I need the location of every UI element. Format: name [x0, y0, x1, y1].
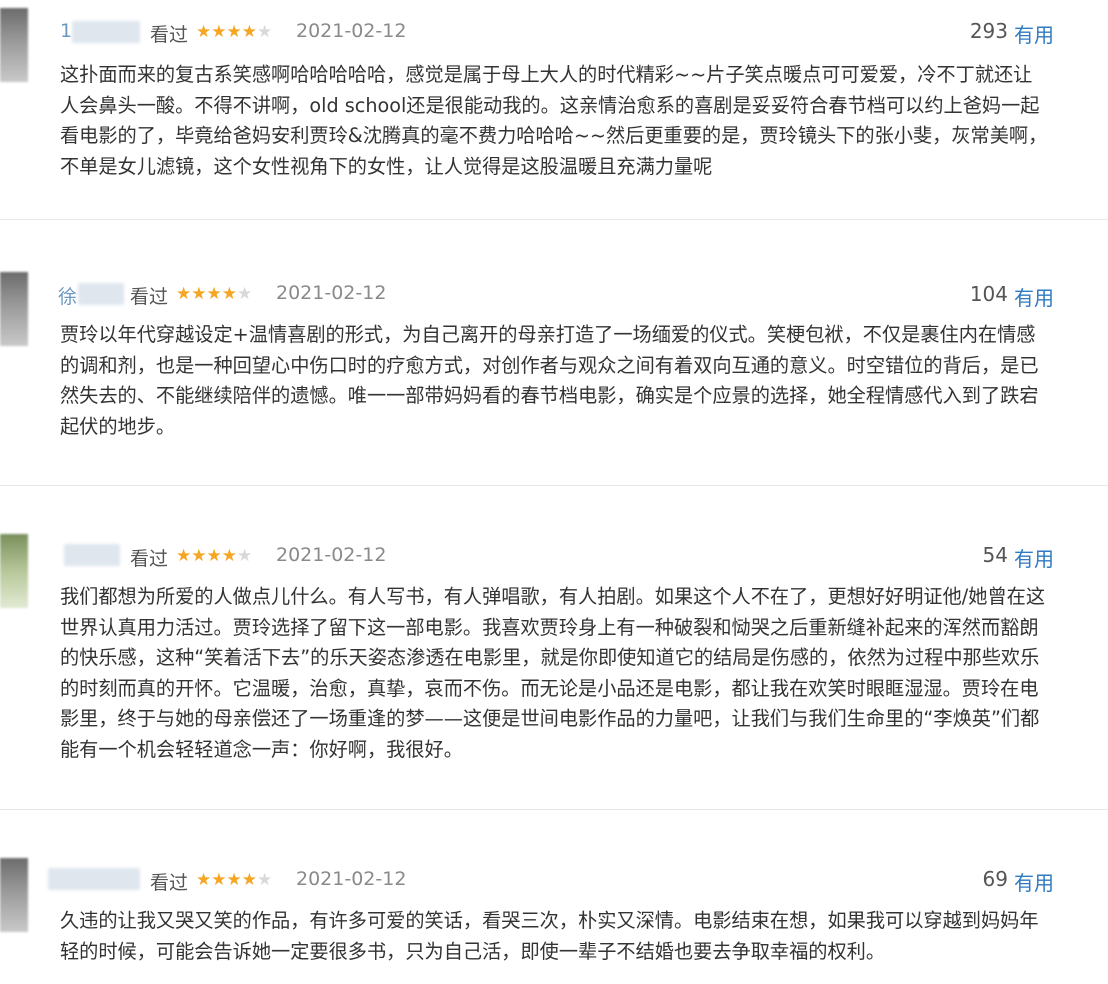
useful-count: 69: [982, 867, 1008, 891]
useful-button[interactable]: 有用: [1014, 867, 1054, 896]
star-icon: ★★★★: [176, 546, 237, 566]
rating-stars: ★★★★★: [176, 545, 252, 567]
watched-label: 看过: [130, 548, 169, 570]
star-icon: ★★★★: [176, 284, 237, 304]
avatar[interactable]: [0, 272, 28, 346]
avatar[interactable]: [0, 858, 28, 932]
review-text: 久违的让我又哭又笑的作品，有许多可爱的笑话，看哭三次，朴实又深情。电影结束在想，…: [60, 909, 1039, 963]
watched-label: 看过: [150, 24, 189, 46]
star-empty-icon: ★: [256, 870, 273, 890]
review-item: 看过 ★★★★★ 2021-02-12 54 有用 我们都想为所爱的人做点儿什么…: [0, 486, 1108, 808]
useful-button[interactable]: 有用: [1014, 19, 1054, 48]
useful-count: 54: [982, 543, 1008, 567]
username[interactable]: 1: [60, 20, 72, 42]
username-blur: [78, 283, 124, 305]
rating-stars: ★★★★★: [176, 283, 252, 305]
username-blur: [48, 868, 140, 890]
star-empty-icon: ★: [236, 546, 253, 566]
review-item: 看过 ★★★★★ 2021-02-12 69 有用 久违的让我又哭又笑的作品，有…: [0, 810, 1108, 984]
avatar[interactable]: [0, 8, 28, 82]
review-date: 2021-02-12: [296, 20, 407, 42]
username-blur: [64, 544, 120, 566]
star-icon: ★★★★: [196, 870, 257, 890]
rating-stars: ★★★★★: [196, 869, 272, 891]
useful-button[interactable]: 有用: [1014, 282, 1054, 311]
username-blur: [72, 21, 140, 43]
watched-label: 看过: [130, 286, 169, 308]
useful-button[interactable]: 有用: [1014, 543, 1054, 572]
review-item: 1 看过 ★★★★★ 2021-02-12 293 有用 这扑面而来的复古系笑感…: [0, 0, 1108, 220]
useful-count: 104: [969, 282, 1008, 306]
review-date: 2021-02-12: [296, 868, 407, 890]
review-text: 我们都想为所爱的人做点儿什么。有人写书，有人弹唱歌，有人拍剧。如果这个人不在了，…: [60, 585, 1046, 761]
username[interactable]: 徐: [58, 282, 77, 309]
star-empty-icon: ★: [236, 284, 253, 304]
review-text: 这扑面而来的复古系笑感啊哈哈哈哈哈，感觉是属于母上大人的时代精彩~~片子笑点暖点…: [60, 63, 1048, 178]
review-date: 2021-02-12: [276, 544, 387, 566]
star-icon: ★★★★: [196, 22, 257, 42]
review-date: 2021-02-12: [276, 282, 387, 304]
star-empty-icon: ★: [256, 22, 273, 42]
review-item: 徐 看过 ★★★★★ 2021-02-12 104 有用 贾玲以年代穿越设定+温…: [0, 220, 1108, 484]
review-text: 贾玲以年代穿越设定+温情喜剧的形式，为自己离开的母亲打造了一场缅爱的仪式。笑梗包…: [60, 323, 1039, 438]
watched-label: 看过: [150, 872, 189, 894]
rating-stars: ★★★★★: [196, 21, 272, 43]
avatar[interactable]: [0, 534, 28, 608]
useful-count: 293: [969, 19, 1008, 43]
